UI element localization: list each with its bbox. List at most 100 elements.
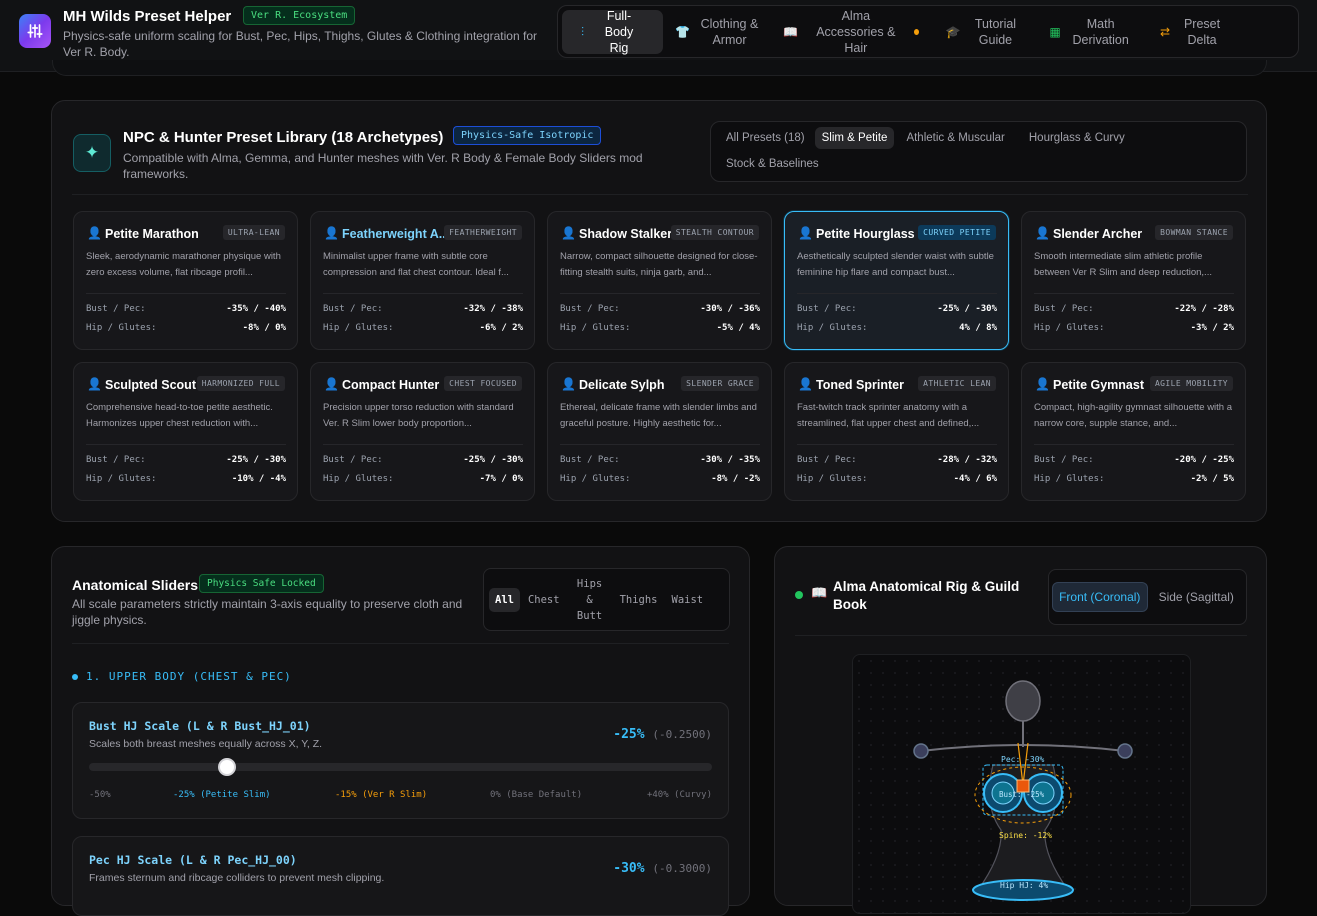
- bust-pec-value: -30% / -36%: [700, 304, 760, 314]
- filter-stock-baselines[interactable]: Stock & Baselines: [719, 153, 826, 175]
- tab-alma-accessories[interactable]: 📖 Alma Accessories & Hair: [771, 8, 931, 55]
- hip-stat-row: Hip / Glutes: -4% / 6%: [797, 474, 997, 484]
- bust-stat-row: Bust / Pec: -32% / -38%: [323, 304, 523, 314]
- preset-tag: HARMONIZED FULL: [196, 376, 285, 391]
- sliders-icon: [27, 24, 43, 38]
- user-icon: 👤: [324, 226, 339, 240]
- segment-chest[interactable]: Chest: [522, 588, 566, 612]
- preset-card[interactable]: 👤 Delicate Sylph SLENDER GRACE Ethereal, de…: [547, 362, 772, 501]
- bust-pec-value: -28% / -32%: [937, 455, 997, 465]
- tick-label: -25% (Petite Slim): [173, 790, 271, 800]
- tab-preset-delta[interactable]: ⇄ Preset Delta: [1145, 10, 1239, 54]
- stat-label: Bust / Pec:: [560, 304, 620, 314]
- tab-label: Tutorial Guide: [974, 16, 1017, 47]
- preset-card[interactable]: 👤 Compact Hunter CHEST FOCUSED Precision up…: [310, 362, 535, 501]
- tick-label: -15% (Ver R Slim): [335, 790, 428, 800]
- divider: [1034, 444, 1234, 445]
- preset-card[interactable]: 👤 Sculpted Scout HARMONIZED FULL Comprehens…: [73, 362, 298, 501]
- hip-stat-row: Hip / Glutes: -8% / -2%: [560, 474, 760, 484]
- tab-clothing-armor[interactable]: 👕 Clothing & Armor: [663, 10, 771, 54]
- preset-card[interactable]: 👤 Shadow Stalker STEALTH CONTOUR Narrow, co…: [547, 211, 772, 350]
- preset-card[interactable]: 👤 Featherweight A... FEATHERWEIGHT Minimali…: [310, 211, 535, 350]
- preset-tag: BOWMAN STANCE: [1155, 225, 1233, 240]
- bust-stat-row: Bust / Pec: -25% / -30%: [86, 455, 286, 465]
- hip-glutes-value: -2% / 5%: [1190, 474, 1234, 484]
- bust-pec-value: -30% / -35%: [700, 455, 760, 465]
- stat-label: Hip / Glutes:: [797, 323, 868, 333]
- hip-glutes-value: -4% / 6%: [953, 474, 997, 484]
- preset-card[interactable]: 👤 Petite Marathon ULTRA-LEAN Sleek, aerodyn…: [73, 211, 298, 350]
- preset-card[interactable]: 👤 Petite Hourglass CURVED PETITE Aesthetica…: [784, 211, 1009, 350]
- tab-label: Clothing & Armor: [700, 16, 759, 47]
- preset-description: Fast-twitch track sprinter anatomy with …: [797, 402, 980, 429]
- bust-stat-row: Bust / Pec: -30% / -35%: [560, 455, 760, 465]
- preset-tag: FEATHERWEIGHT: [444, 225, 522, 240]
- tick-label: -50%: [89, 790, 111, 800]
- segment-hips-butt[interactable]: Hips & Butt: [568, 572, 612, 628]
- bust-pec-value: -25% / -30%: [226, 455, 286, 465]
- view-side[interactable]: Side (Sagittal): [1150, 583, 1244, 611]
- filter-hourglass-curvy[interactable]: Hourglass & Curvy: [1022, 127, 1132, 149]
- preset-name: Compact Hunter: [342, 378, 440, 392]
- view-front[interactable]: Front (Coronal): [1052, 582, 1148, 612]
- preset-card[interactable]: 👤 Petite Gymnast AGILE MOBILITY Compact, hi…: [1021, 362, 1246, 501]
- book-icon: 📖: [811, 585, 828, 600]
- bust-stat-row: Bust / Pec: -25% / -30%: [323, 455, 523, 465]
- tab-full-body-rig[interactable]: ⫶ Full-Body Rig: [562, 9, 663, 55]
- left-shoulder-joint: [913, 743, 929, 759]
- stat-label: Bust / Pec:: [86, 455, 146, 465]
- hip-stat-row: Hip / Glutes: -8% / 0%: [86, 323, 286, 333]
- user-icon: 👤: [798, 226, 813, 240]
- slider-raw-value: (-0.3000): [652, 862, 712, 875]
- bust-slider-track[interactable]: [89, 758, 712, 776]
- bust-pec-value: -32% / -38%: [463, 304, 523, 314]
- hip-glutes-value: -10% / -4%: [231, 474, 286, 484]
- hip-stat-row: Hip / Glutes: -3% / 2%: [1034, 323, 1234, 333]
- bust-slider-thumb[interactable]: [218, 758, 237, 776]
- sliders-icon: ⫶: [580, 24, 584, 39]
- user-icon: 👤: [561, 377, 576, 391]
- user-icon: 👤: [1035, 377, 1050, 391]
- rig-figure: Pec: -30% Bust: -25% Spine: -12% Hip HJ:…: [913, 680, 1133, 901]
- filter-athletic-muscular[interactable]: Athletic & Muscular: [899, 127, 1011, 149]
- preset-name: Petite Gymnast: [1053, 378, 1145, 392]
- tab-tutorial-guide[interactable]: 🎓 Tutorial Guide: [931, 10, 1035, 54]
- stat-label: Bust / Pec:: [86, 304, 146, 314]
- segment-thighs[interactable]: Thighs: [614, 588, 664, 612]
- stat-label: Hip / Glutes:: [560, 474, 631, 484]
- ecosystem-badge: Ver R. Ecosystem: [243, 6, 356, 25]
- status-dot: [795, 591, 803, 599]
- filter-slim-petite[interactable]: Slim & Petite: [814, 127, 895, 149]
- preset-card[interactable]: 👤 Toned Sprinter ATHLETIC LEAN Fast-twitch …: [784, 362, 1009, 501]
- user-icon: 👤: [87, 226, 102, 240]
- app-subtitle: Physics-safe uniform scaling for Bust, P…: [63, 29, 537, 59]
- divider: [560, 293, 760, 294]
- preset-description: Precision upper torso reduction with sta…: [323, 402, 514, 429]
- main-nav: ⫶ Full-Body Rig 👕 Clothing & Armor 📖 Alm…: [557, 5, 1299, 58]
- tick-label: +40% (Curvy): [646, 790, 712, 800]
- divider: [86, 293, 286, 294]
- hip-glutes-value: -8% / 0%: [242, 323, 286, 333]
- stat-label: Bust / Pec:: [560, 455, 620, 465]
- segment-waist[interactable]: Waist: [666, 588, 710, 612]
- tab-label: Alma Accessories & Hair: [816, 8, 896, 55]
- preset-tag: ULTRA-LEAN: [222, 225, 285, 240]
- sliders-subtitle: All scale parameters strictly maintain 3…: [72, 597, 463, 627]
- rig-canvas[interactable]: Pec: -30% Bust: -25% Spine: -12% Hip HJ:…: [852, 654, 1191, 914]
- slider-description: Frames sternum and ribcage colliders to …: [89, 872, 385, 884]
- slider-raw-value: (-0.2500): [652, 728, 712, 741]
- tab-math-derivation[interactable]: ▦ Math Derivation: [1035, 10, 1145, 54]
- bust-stat-row: Bust / Pec: -20% / -25%: [1034, 455, 1234, 465]
- stat-label: Hip / Glutes:: [797, 474, 868, 484]
- preset-name: Slender Archer: [1053, 227, 1143, 241]
- preset-name: Petite Hourglass: [816, 227, 915, 241]
- divider: [795, 635, 1247, 636]
- sliders-title: Anatomical Sliders: [72, 577, 199, 593]
- bust-stat-row: Bust / Pec: -25% / -30%: [797, 304, 997, 314]
- stat-label: Hip / Glutes:: [86, 474, 157, 484]
- hip-glutes-value: 4% / 8%: [959, 323, 997, 333]
- filter-all-presets[interactable]: All Presets (18): [719, 127, 812, 149]
- stat-label: Bust / Pec:: [797, 304, 857, 314]
- preset-card[interactable]: 👤 Slender Archer BOWMAN STANCE Smooth inter…: [1021, 211, 1246, 350]
- segment-all[interactable]: All: [489, 587, 520, 612]
